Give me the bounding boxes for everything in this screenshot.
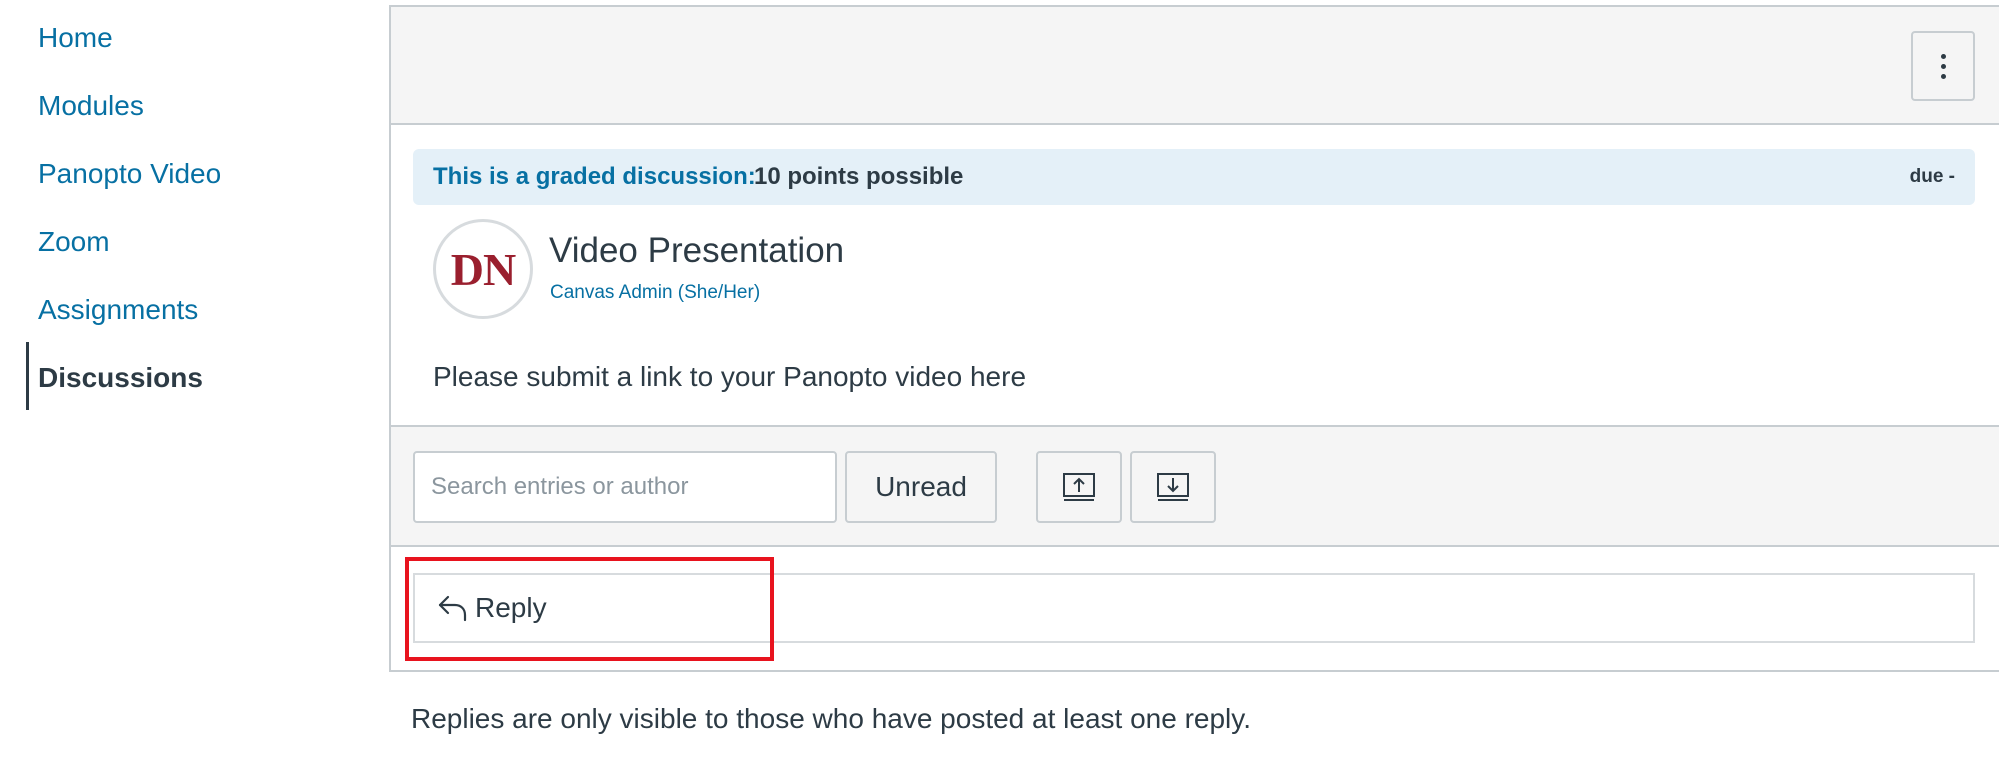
expand-upload-icon [1063, 473, 1095, 501]
collapse-download-icon [1157, 473, 1189, 501]
avatar-initials: DN [450, 243, 516, 295]
nav-item-assignments[interactable]: Assignments [38, 290, 198, 330]
unread-filter-button[interactable]: Unread [845, 451, 997, 523]
author-avatar[interactable]: DN [433, 219, 533, 319]
reply-button[interactable]: Reply [413, 573, 1975, 643]
nav-item-home[interactable]: Home [38, 18, 113, 58]
reply-label: Reply [475, 592, 547, 623]
discussion-header [391, 7, 1999, 125]
nav-item-modules[interactable]: Modules [38, 86, 144, 126]
discussion-panel: This is a graded discussion: 10 points p… [389, 5, 1999, 672]
nav-active-indicator [26, 342, 29, 410]
nav-item-panopto-video[interactable]: Panopto Video [38, 154, 221, 194]
kebab-menu-icon [1940, 53, 1946, 79]
author-name-link[interactable]: Canvas Admin (She/Her) [550, 281, 760, 305]
discussion-toolbar: Unread [391, 425, 1999, 547]
discussion-body: Please submit a link to your Panopto vid… [433, 361, 1027, 392]
search-entries-input[interactable] [413, 451, 837, 523]
points-possible: 10 points possible [754, 163, 964, 190]
nav-item-zoom[interactable]: Zoom [38, 222, 110, 262]
nav-item-discussions[interactable]: Discussions [38, 358, 203, 398]
reply-arrow-icon [438, 595, 467, 622]
graded-discussion-banner: This is a graded discussion: 10 points p… [413, 149, 1975, 205]
collapse-threads-button[interactable] [1130, 451, 1216, 523]
replies-visibility-note: Replies are only visible to those who ha… [411, 703, 1251, 734]
graded-label: This is a graded discussion: [433, 163, 756, 190]
expand-threads-button[interactable] [1036, 451, 1122, 523]
due-date: due - [1909, 166, 1955, 187]
discussion-options-button[interactable] [1911, 31, 1975, 101]
discussion-title: Video Presentation [549, 231, 845, 270]
course-navigation: Home Modules Panopto Video Zoom Assignme… [0, 0, 380, 764]
